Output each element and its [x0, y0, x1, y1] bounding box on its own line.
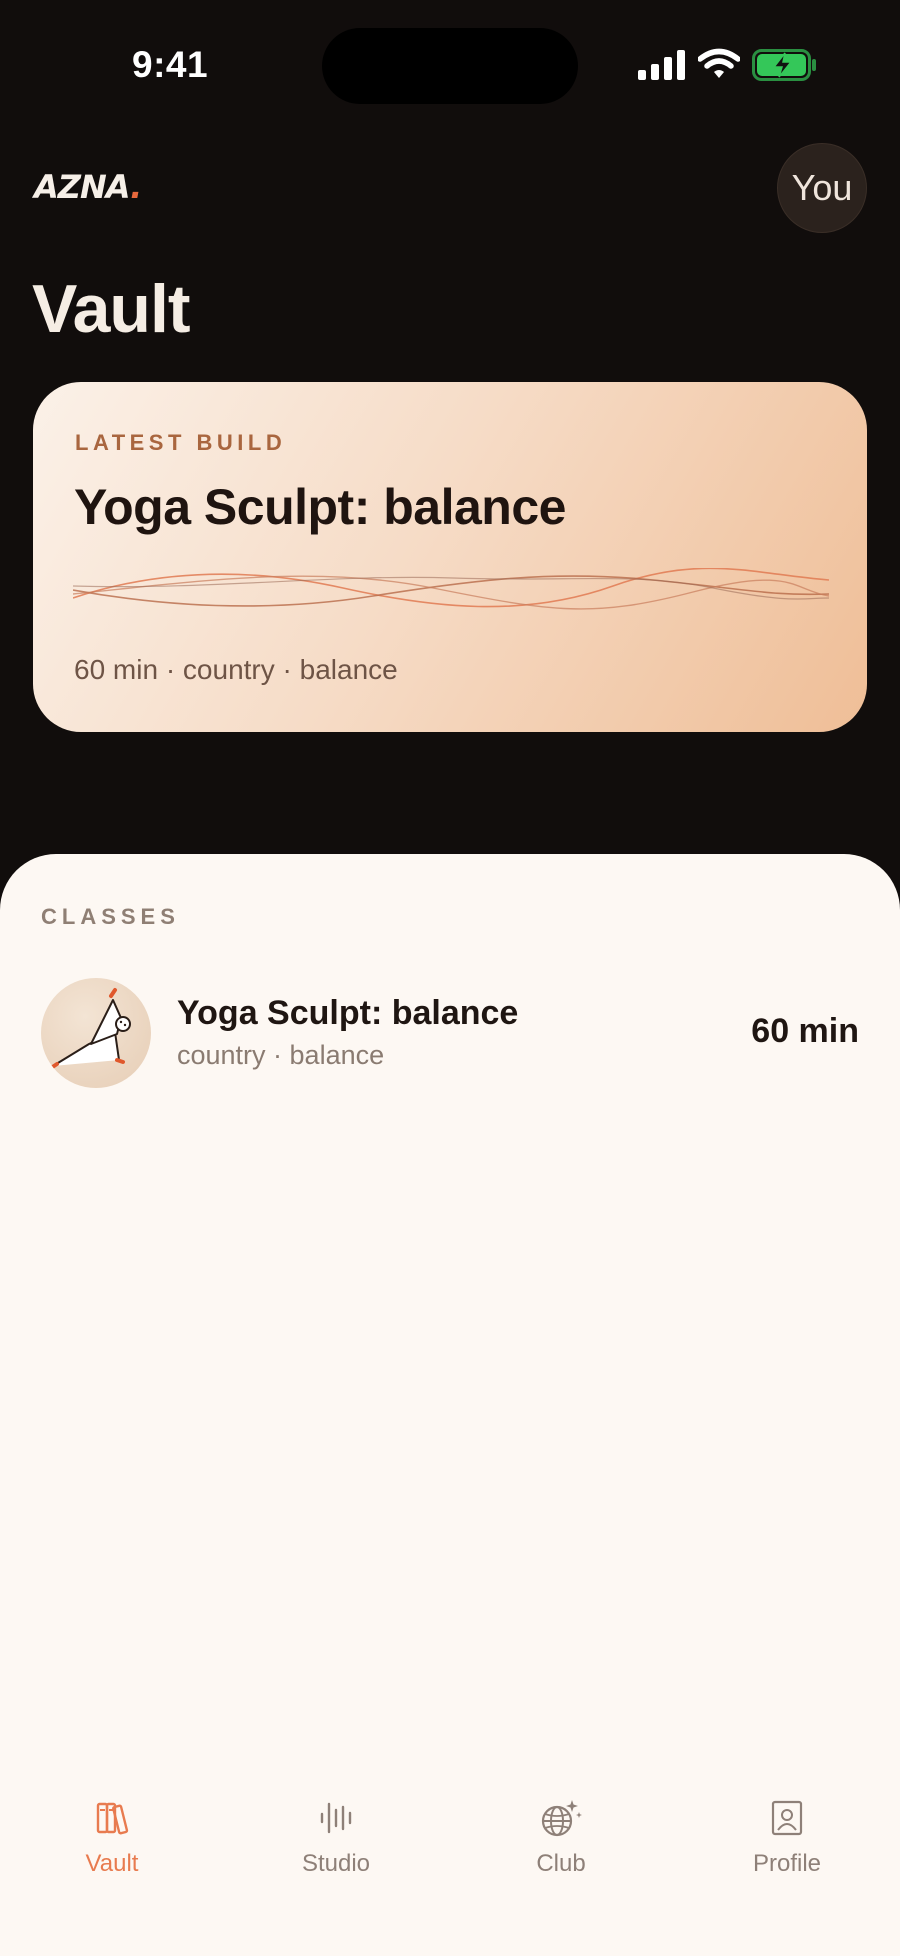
app-logo: AZNA.	[34, 168, 142, 206]
logo-dot: .	[130, 168, 142, 206]
cellular-signal-icon	[638, 50, 685, 80]
yoga-figure-icon	[49, 988, 131, 1070]
disco-ball-icon	[541, 1800, 582, 1837]
tab-bar: Vault Studio Club Profile	[0, 1780, 900, 1956]
tab-studio[interactable]: Studio	[246, 1780, 426, 1890]
tab-label-studio: Studio	[301, 1850, 371, 1877]
battery-charging-icon	[752, 49, 816, 81]
hero-meta: 60 min · country · balance	[74, 654, 398, 685]
tab-label-profile: Profile	[752, 1850, 822, 1877]
dynamic-island	[322, 28, 578, 104]
section-label-classes: CLASSES	[41, 904, 180, 929]
class-thumbnail	[41, 978, 151, 1088]
status-bar: 9:41	[0, 0, 900, 130]
hero-eyebrow: LATEST BUILD	[75, 430, 287, 455]
wifi-icon	[698, 48, 740, 78]
status-time: 9:41	[132, 44, 209, 85]
tab-vault[interactable]: Vault	[22, 1780, 202, 1890]
waveform-icon	[320, 1802, 352, 1834]
logo-text: AZNA	[34, 168, 131, 206]
class-title: Yoga Sculpt: balance	[177, 994, 519, 1032]
page-title: Vault	[32, 271, 190, 347]
class-duration: 60 min	[751, 1012, 859, 1050]
books-icon	[96, 1802, 129, 1835]
tab-club[interactable]: Club	[471, 1780, 651, 1890]
class-list-item[interactable]: Yoga Sculpt: balance country · balance 6…	[41, 978, 859, 1090]
profile-card-icon	[771, 1800, 803, 1836]
waveform-graphic	[73, 568, 829, 610]
profile-avatar-button[interactable]: You	[777, 143, 867, 233]
hero-title: Yoga Sculpt: balance	[74, 479, 566, 535]
class-meta: country · balance	[177, 1040, 385, 1070]
tab-label-vault: Vault	[85, 1850, 139, 1877]
tab-label-club: Club	[536, 1850, 586, 1877]
latest-build-card[interactable]: LATEST BUILD Yoga Sculpt: balance 60 min…	[33, 382, 867, 732]
tab-profile[interactable]: Profile	[697, 1780, 877, 1890]
